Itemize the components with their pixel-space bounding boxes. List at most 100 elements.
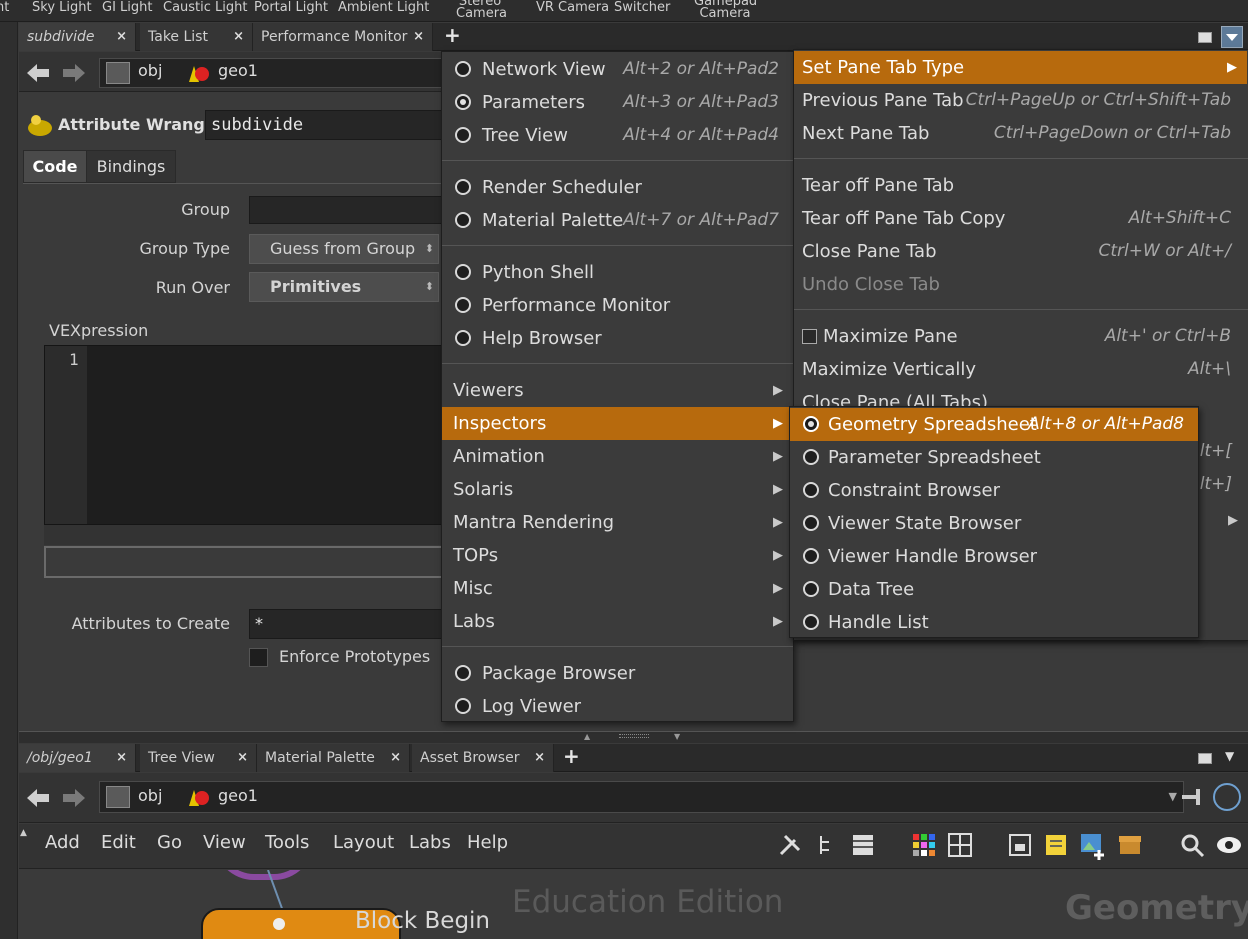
tab-tree-view[interactable]: Tree View × (140, 744, 257, 772)
path-crumb-geo1[interactable]: geo1 (218, 786, 258, 805)
shelf-tool-partial[interactable]: nt (0, 1, 9, 14)
splitter-grip-icon[interactable] (619, 734, 649, 738)
menu-item-help-browser[interactable]: Help Browser (442, 322, 793, 355)
menu-item-inspectors[interactable]: Inspectors ▶ (442, 407, 793, 440)
back-arrow-icon[interactable] (25, 62, 49, 82)
close-icon[interactable]: × (116, 744, 127, 772)
forward-arrow-icon[interactable] (61, 787, 85, 807)
menu-item-log-viewer[interactable]: Log Viewer (442, 690, 793, 723)
menu-help[interactable]: Help (467, 832, 508, 853)
shelf-tool-gi-light[interactable]: GI Light (102, 1, 152, 14)
tab-take-list[interactable]: Take List × (140, 23, 253, 51)
menu-view[interactable]: View (203, 832, 246, 853)
menu-item-constraint-browser[interactable]: Constraint Browser (790, 474, 1198, 507)
network-canvas[interactable]: Block Begin Education Edition Geometry (19, 870, 1248, 939)
sticky-note-icon[interactable] (1043, 832, 1069, 858)
link-status-icon[interactable] (1213, 783, 1241, 811)
menu-item-close-pane-all-tabs[interactable]: Close Pane (All Tabs) (794, 386, 1247, 406)
run-over-dropdown[interactable]: Primitives ⬍ (249, 272, 439, 302)
menu-item-next-pane-tab[interactable]: Next Pane Tab Ctrl+PageDown or Ctrl+Tab (794, 117, 1247, 150)
path-field[interactable]: obj geo1 ▼ (99, 781, 1184, 813)
wrench-icon[interactable] (777, 832, 803, 858)
menu-add[interactable]: Add (45, 832, 80, 853)
menu-item-data-tree[interactable]: Data Tree (790, 573, 1198, 606)
menu-item-tear-off-pane-tab-copy[interactable]: Tear off Pane Tab Copy Alt+Shift+C (794, 202, 1247, 235)
menu-item-viewer-state-browser[interactable]: Viewer State Browser (790, 507, 1198, 540)
add-tab-button[interactable]: + (444, 23, 461, 47)
asset-box-icon[interactable] (1117, 832, 1143, 858)
menu-item-previous-pane-tab[interactable]: Previous Pane Tab Ctrl+PageUp or Ctrl+Shi… (794, 84, 1247, 117)
tab-obj-geo1[interactable]: /obj/geo1 × (19, 744, 136, 772)
node-name-field[interactable]: subdivide (205, 110, 445, 140)
list-icon[interactable] (850, 832, 876, 858)
vex-snippet-field[interactable] (44, 546, 444, 578)
menu-item-tree-view[interactable]: Tree View Alt+4 or Alt+Pad4 (442, 119, 793, 152)
eye-icon[interactable] (1215, 832, 1241, 858)
split-up-icon[interactable]: ▲ (584, 732, 590, 741)
menu-item-labs[interactable]: Labs ▶ (442, 605, 793, 638)
menu-labs[interactable]: Labs (409, 832, 451, 853)
path-crumb-obj[interactable]: obj (138, 61, 162, 80)
shelf-tool-switcher[interactable]: Switcher (614, 1, 670, 14)
editor-scrollbar[interactable] (44, 525, 444, 545)
close-icon[interactable]: × (233, 23, 244, 51)
attributes-to-create-field[interactable]: * (249, 609, 444, 639)
path-crumb-geo1[interactable]: geo1 (218, 61, 258, 80)
tab-performance-monitor[interactable]: Performance Monitor × (253, 23, 433, 51)
add-tab-button[interactable]: + (563, 744, 580, 768)
group-type-dropdown[interactable]: Guess from Group ⬍ (249, 234, 439, 264)
tree-icon[interactable] (815, 832, 841, 858)
menu-tools[interactable]: Tools (265, 832, 309, 853)
add-image-icon[interactable] (1079, 832, 1105, 860)
shelf-tool-vr-camera[interactable]: VR Camera (536, 1, 609, 14)
maximize-pane-icon[interactable] (1198, 753, 1212, 764)
menu-item-geometry-spreadsheet[interactable]: Geometry Spreadsheet Alt+8 or Alt+Pad8 (790, 408, 1198, 441)
grid-layout-icon[interactable] (947, 832, 973, 858)
shelf-tool-sky-light[interactable]: Sky Light (32, 1, 92, 14)
close-icon[interactable]: × (413, 23, 424, 51)
shelf-tool-caustic-light[interactable]: Caustic Light (163, 1, 248, 14)
tab-asset-browser[interactable]: Asset Browser × (412, 744, 554, 772)
menu-item-parameters[interactable]: Parameters Alt+3 or Alt+Pad3 (442, 86, 793, 119)
close-icon[interactable]: × (237, 744, 248, 772)
menu-item-close-pane-tab[interactable]: Close Pane Tab Ctrl+W or Alt+/ (794, 235, 1247, 268)
menu-item-handle-list[interactable]: Handle List (790, 606, 1198, 639)
pane-menu-dropdown-icon[interactable]: ▼ (1225, 749, 1234, 763)
menu-item-maximize-vertically[interactable]: Maximize Vertically Alt+\ (794, 353, 1247, 386)
forward-arrow-icon[interactable] (61, 62, 85, 82)
menu-item-set-pane-tab-type[interactable]: Set Pane Tab Type ▶ (794, 51, 1247, 84)
path-crumb-obj[interactable]: obj (138, 786, 162, 805)
tab-subdivide[interactable]: subdivide × (19, 23, 136, 51)
pane-menu-dropdown-icon[interactable] (1221, 26, 1243, 48)
menu-edit[interactable]: Edit (101, 832, 136, 853)
menu-item-tear-off-pane-tab[interactable]: Tear off Pane Tab (794, 169, 1247, 202)
back-arrow-icon[interactable] (25, 787, 49, 807)
menu-item-material-palette[interactable]: Material Palette Alt+7 or Alt+Pad7 (442, 204, 793, 237)
enforce-prototypes-checkbox[interactable] (249, 648, 268, 667)
menu-item-package-browser[interactable]: Package Browser (442, 657, 793, 690)
network-box-icon[interactable] (1007, 832, 1033, 858)
menu-item-render-scheduler[interactable]: Render Scheduler (442, 171, 793, 204)
shelf-tool-gamepad-camera[interactable]: Gamepad Camera (694, 0, 757, 20)
shelf-tool-portal-light[interactable]: Portal Light (254, 1, 328, 14)
menu-item-tops[interactable]: TOPs ▶ (442, 539, 793, 572)
close-icon[interactable]: × (534, 744, 545, 772)
menu-item-mantra-rendering[interactable]: Mantra Rendering ▶ (442, 506, 793, 539)
menu-item-animation[interactable]: Animation ▶ (442, 440, 793, 473)
scroll-up-icon[interactable]: ▲ (20, 828, 27, 838)
color-grid-icon[interactable] (911, 832, 937, 858)
close-icon[interactable]: × (390, 744, 401, 772)
menu-go[interactable]: Go (157, 832, 182, 853)
menu-item-solaris[interactable]: Solaris ▶ (442, 473, 793, 506)
menu-item-parameter-spreadsheet[interactable]: Parameter Spreadsheet (790, 441, 1198, 474)
pin-icon[interactable] (1179, 785, 1207, 809)
group-field[interactable] (249, 196, 444, 224)
subtab-code[interactable]: Code (23, 150, 87, 183)
close-icon[interactable]: × (116, 23, 127, 51)
menu-item-viewer-handle-browser[interactable]: Viewer Handle Browser (790, 540, 1198, 573)
path-field[interactable]: obj geo1 (99, 58, 459, 88)
tab-material-palette[interactable]: Material Palette × (257, 744, 410, 772)
vex-code-editor[interactable]: 1 (44, 345, 444, 525)
node-input-connector[interactable] (273, 918, 285, 930)
shelf-tool-stereo-camera[interactable]: Stereo Camera (456, 0, 507, 20)
